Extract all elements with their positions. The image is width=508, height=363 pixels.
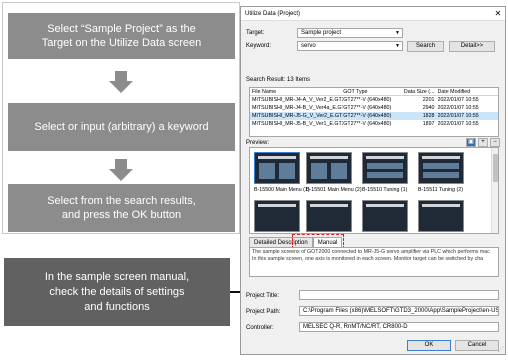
project-title-label: Project Title:: [246, 293, 280, 299]
description-line: In this sample screen, one axis is monit…: [252, 256, 484, 262]
col-got-type[interactable]: GOT Type: [343, 88, 398, 95]
description-line: The sample screens of GOT2000 connected …: [252, 249, 490, 255]
ok-button[interactable]: OK: [407, 340, 451, 351]
detail-button[interactable]: Detail>>: [449, 41, 495, 52]
step3-line2: and press the OK button: [61, 209, 182, 221]
cell-date: 2022/01/07 10:55: [437, 121, 479, 127]
manual-note: In the sample screen manual, check the d…: [4, 258, 230, 326]
step1-line1: Select “Sample Project” as the: [47, 23, 196, 35]
flow-panel: Select “Sample Project” as the Target on…: [2, 2, 240, 234]
dialog-title: Utilize Data (Project): [245, 10, 301, 17]
cell-date: 2022/01/07 10:55: [437, 105, 479, 111]
table-row-selected[interactable]: MITSUBISHI_MR-J5-G_V_Ver2_E.GTX GT27**-V…: [250, 112, 498, 120]
down-arrow-icon: [109, 159, 133, 181]
cell-data-size: 1897: [422, 121, 435, 127]
resize-grip-icon[interactable]: ⋰: [498, 346, 504, 353]
cell-data-size: 1828: [422, 113, 435, 119]
thumbnail[interactable]: [418, 200, 464, 232]
table-row[interactable]: MITSUBISHI_MR-J5-B_V_Ver1_E.GTX GT27**-V…: [250, 120, 498, 128]
table-header: File Name GOT Type Data Size (... Date M…: [250, 88, 498, 96]
step-keyword: Select or input (arbitrary) a keyword: [8, 103, 235, 151]
thumbnail-caption: B-15501 Main Menu (2): [306, 187, 362, 193]
large-view-icon[interactable]: ▣: [466, 138, 476, 147]
table-row[interactable]: MITSUBISHI_MR-J4-A_V_Ver2_E.GTX GT27**-V…: [250, 96, 498, 104]
cell-got-type: GT27**-V (640x480): [343, 97, 392, 103]
controller-label: Controller:: [246, 325, 274, 331]
cell-file-name: MITSUBISHI_MR-J5-G_V_Ver2_E.GTX: [252, 113, 344, 119]
project-path-field: C:\Program Files (x86)\MELSOFT\GTD3_2000…: [299, 306, 499, 316]
thumbnail[interactable]: [362, 152, 408, 184]
zoom-in-icon[interactable]: +: [478, 138, 488, 147]
table-row[interactable]: MITSUBISHI_MR-J4-B_V_Ver4a_E.GTX GT27**-…: [250, 104, 498, 112]
close-icon[interactable]: ✕: [491, 9, 505, 18]
keyword-label: Keyword:: [246, 43, 272, 49]
cell-data-size: 2201: [422, 97, 435, 103]
keyword-value: servo: [301, 43, 316, 49]
thumbnail-caption: B-15511 Tuning (2): [418, 187, 463, 193]
search-result-count: Search Result: 13 Items: [246, 77, 311, 83]
cell-file-name: MITSUBISHI_MR-J5-B_V_Ver1_E.GTX: [252, 121, 344, 127]
cell-file-name: MITSUBISHI_MR-J4-B_V_Ver4a_E.GTX: [252, 105, 344, 111]
step2-text: Select or input (arbitrary) a keyword: [34, 121, 209, 133]
col-data-size[interactable]: Data Size (...: [398, 88, 438, 95]
down-arrow-icon: [109, 71, 133, 93]
note-line1: In the sample screen manual,: [44, 270, 190, 283]
thumbnail[interactable]: [306, 200, 352, 232]
search-results-table[interactable]: File Name GOT Type Data Size (... Date M…: [249, 87, 499, 137]
step-select-target: Select “Sample Project” as the Target on…: [8, 13, 235, 59]
zoom-out-icon[interactable]: −: [490, 138, 500, 147]
search-button[interactable]: Search: [407, 41, 444, 52]
cell-got-type: GT27**-V (640x480): [343, 113, 392, 119]
step3-line1: Select from the search results,: [47, 195, 196, 207]
col-file-name[interactable]: File Name: [250, 88, 343, 95]
thumbnail[interactable]: [254, 200, 300, 232]
preview-pane[interactable]: B-15500 Main Menu (1) B-15501 Main Menu …: [249, 147, 499, 234]
chevron-down-icon: ▼: [395, 30, 400, 36]
target-select[interactable]: Sample project ▼: [297, 28, 403, 38]
keyword-input[interactable]: servo ▼: [297, 41, 403, 51]
note-line2: check the details of settings: [49, 285, 185, 298]
col-date-modified[interactable]: Date Modified: [438, 88, 499, 95]
dialog-titlebar: Utilize Data (Project) ✕: [241, 7, 505, 21]
cell-file-name: MITSUBISHI_MR-J4-A_V_Ver2_E.GTX: [252, 97, 344, 103]
cell-date: 2022/01/07 10:55: [437, 113, 479, 119]
target-value: Sample project: [301, 30, 342, 36]
thumbnail-caption: B-15500 Main Menu (1): [254, 187, 310, 193]
cancel-button[interactable]: Cancel: [455, 340, 499, 351]
step1-line2: Target on the Utilize Data screen: [41, 37, 202, 49]
step-select-result: Select from the search results, and pres…: [8, 184, 235, 232]
preview-scrollbar[interactable]: [491, 148, 498, 233]
project-title-field: [299, 290, 499, 300]
thumbnail[interactable]: [306, 152, 352, 184]
thumbnail[interactable]: [254, 152, 300, 184]
controller-field: MELSEC Q-R, RnMT/NC/RT, CR800-D: [299, 322, 499, 332]
thumbnail[interactable]: [362, 200, 408, 232]
description-text: The sample screens of GOT2000 connected …: [249, 247, 499, 277]
thumbnail[interactable]: [418, 152, 464, 184]
cell-got-type: GT27**-V (640x480): [343, 105, 392, 111]
chevron-down-icon: ▼: [395, 43, 400, 49]
cell-got-type: GT27**-V (640x480): [343, 121, 392, 127]
preview-label: Preview:: [246, 140, 270, 146]
thumbnail-caption: B-15510 Tuning (1): [362, 187, 408, 193]
target-label: Target:: [246, 30, 265, 36]
project-path-label: Project Path:: [246, 309, 281, 315]
utilize-data-dialog: Utilize Data (Project) ✕ Target: Sample …: [240, 6, 506, 355]
note-line3: and functions: [84, 300, 150, 313]
cell-date: 2022/01/07 10:55: [437, 97, 479, 103]
cell-data-size: 2940: [422, 105, 435, 111]
